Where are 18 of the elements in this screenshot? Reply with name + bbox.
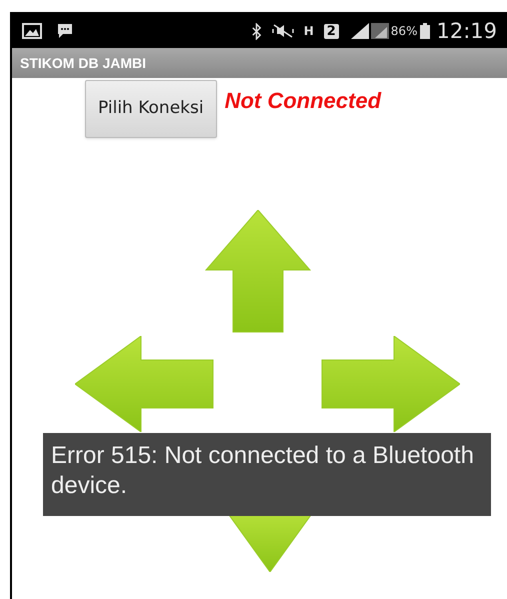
left-arrow-button[interactable] (75, 336, 215, 432)
sim-badge: 2 (324, 24, 339, 38)
bluetooth-icon (250, 22, 262, 40)
chat-icon (56, 23, 74, 39)
clock: 12:19 (436, 20, 497, 42)
battery-icon (420, 23, 430, 39)
mute-icon (272, 23, 294, 39)
up-arrow-button[interactable] (204, 210, 312, 334)
signal-icon (370, 23, 389, 39)
network-type-label: H (304, 25, 314, 37)
right-arrow-button[interactable] (320, 336, 460, 432)
battery-percent: 86% (390, 23, 418, 40)
select-connection-button[interactable]: Pilih Koneksi (85, 80, 217, 138)
signal-icon (350, 23, 369, 39)
connection-status: Not Connected (224, 87, 382, 115)
app-title: STIKOM DB JAMBI (20, 54, 146, 72)
toast-message: Error 515: Not connected to a Bluetooth device. (51, 442, 474, 499)
picture-icon (22, 23, 42, 39)
